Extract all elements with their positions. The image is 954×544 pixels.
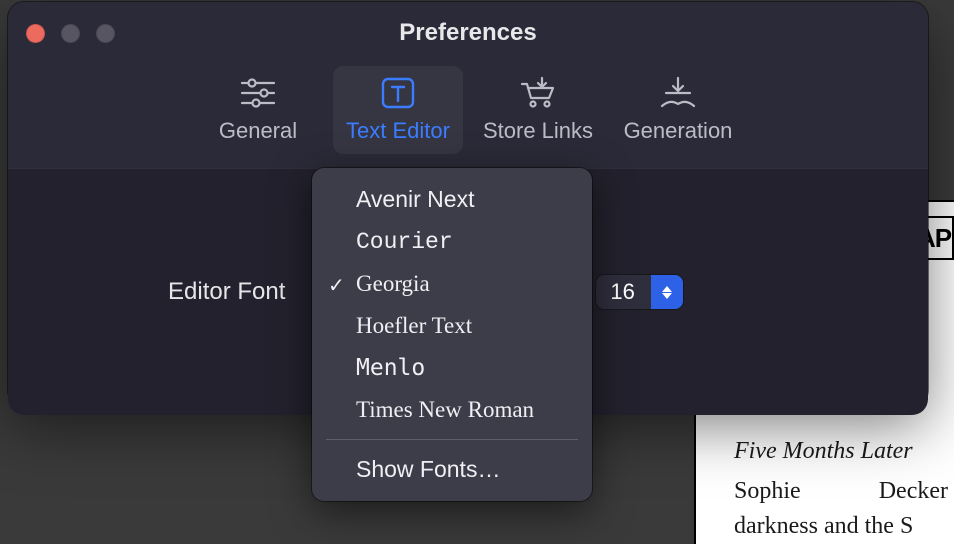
font-option-avenir-next[interactable]: Avenir Next [312, 178, 592, 221]
window-controls [26, 24, 115, 43]
show-fonts-item[interactable]: Show Fonts… [312, 448, 592, 491]
tab-label: Generation [624, 118, 733, 144]
stepper-arrows-icon [662, 286, 672, 299]
tab-general[interactable]: General [193, 66, 323, 154]
close-button[interactable] [26, 24, 45, 43]
text-icon [378, 74, 418, 112]
tab-label: General [219, 118, 297, 144]
font-size-stepper[interactable] [651, 274, 683, 310]
background-body-fragment: Sophie Decker darkness and the S [734, 478, 948, 539]
sliders-icon [238, 74, 278, 112]
zoom-button[interactable] [96, 24, 115, 43]
minimize-button[interactable] [61, 24, 80, 43]
font-option-hoefler-text[interactable]: Hoefler Text [312, 305, 592, 347]
book-download-icon [656, 74, 700, 112]
tab-store-links[interactable]: Store Links [473, 66, 603, 154]
editor-font-label: Editor Font [168, 278, 285, 306]
background-scene-heading: Five Months Later [734, 434, 948, 469]
menu-separator [326, 439, 578, 440]
titlebar: Preferences [8, 2, 928, 46]
font-option-times-new-roman[interactable]: Times New Roman [312, 389, 592, 431]
cart-icon [517, 74, 559, 112]
font-option-menlo[interactable]: Menlo [312, 347, 592, 389]
tab-generation[interactable]: Generation [613, 66, 743, 154]
font-size-field[interactable]: 16 [595, 274, 683, 310]
preferences-toolbar: General Text Editor Store Links [8, 46, 928, 169]
preferences-window: Preferences General Text Editor [8, 2, 928, 406]
tab-label: Store Links [483, 118, 593, 144]
tab-text-editor[interactable]: Text Editor [333, 66, 463, 154]
window-title: Preferences [8, 19, 928, 47]
tab-label: Text Editor [346, 118, 450, 144]
font-option-courier[interactable]: Courier [312, 221, 592, 263]
background-text: Five Months Later Sophie Decker darkness… [734, 424, 954, 544]
font-size-value: 16 [596, 279, 650, 305]
font-dropdown-menu: Avenir Next Courier Georgia Hoefler Text… [312, 168, 592, 501]
font-option-georgia[interactable]: Georgia [312, 263, 592, 305]
